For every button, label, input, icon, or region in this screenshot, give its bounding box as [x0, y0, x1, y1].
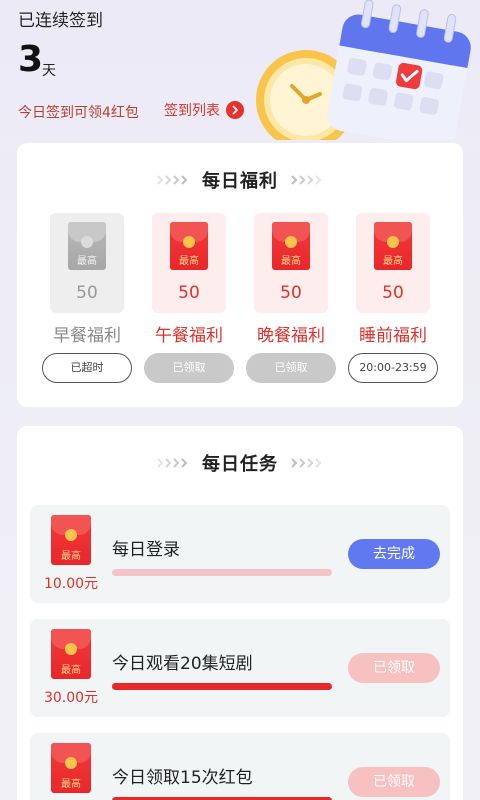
welfare-status-button[interactable]: 20:00-23:59: [348, 353, 438, 383]
decorative-chevrons-left-icon: [157, 175, 188, 185]
red-envelope-icon: 最高: [170, 222, 208, 270]
welfare-items: 最高 50 早餐福利 已超时 最高 50 午餐福利 已领取 最高 50 晚餐福利…: [42, 213, 438, 389]
welfare-amount: 50: [382, 283, 404, 303]
welfare-item-bedtime: 最高 50 睡前福利 20:00-23:59: [348, 213, 438, 383]
decorative-chevrons-right-icon: [291, 175, 322, 185]
daily-tasks-card: 每日任务 最高 10.00元 每日登录 去完成 最高 30.00元 今日观看20…: [17, 426, 463, 800]
signin-list-label: 签到列表: [164, 103, 220, 119]
task-reward: 30.00元: [43, 690, 99, 706]
tasks-title: 每日任务: [202, 454, 278, 475]
red-envelope-icon: 最高: [51, 743, 91, 793]
welfare-amount: 50: [76, 283, 98, 303]
envelope-label: 最高: [281, 256, 301, 267]
tasks-section-header: 每日任务: [17, 450, 463, 476]
welfare-title: 每日福利: [202, 171, 278, 192]
envelope-label: 最高: [61, 665, 81, 676]
welfare-box: 最高 50: [254, 213, 328, 313]
welfare-name: 晚餐福利: [257, 326, 325, 346]
welfare-name: 早餐福利: [53, 326, 121, 346]
envelope-label: 最高: [61, 551, 81, 562]
signin-hint: 今日签到可领4红包: [18, 105, 139, 121]
task-title: 今日领取15次红包: [112, 768, 253, 788]
task-action-button[interactable]: 已领取: [348, 653, 440, 683]
task-action-button[interactable]: 去完成: [348, 539, 440, 569]
welfare-amount: 50: [178, 283, 200, 303]
welfare-amount: 50: [280, 283, 302, 303]
welfare-box: 最高 50: [152, 213, 226, 313]
envelope-label: 最高: [179, 256, 199, 267]
streak-days: 3: [18, 39, 44, 80]
decorative-chevrons-right-icon: [291, 458, 322, 468]
streak-label: 已连续签到: [18, 11, 103, 31]
task-item-collect-envelopes: 最高 今日领取15次红包 已领取: [30, 733, 450, 800]
welfare-status-button[interactable]: 已超时: [42, 353, 132, 383]
daily-welfare-card: 每日福利 最高 50 早餐福利 已超时 最高 50 午餐福利 已领取 最高 50…: [17, 143, 463, 407]
decorative-chevrons-left-icon: [157, 458, 188, 468]
task-progress-fill: [112, 683, 332, 690]
streak-unit: 天: [42, 63, 56, 79]
welfare-section-header: 每日福利: [17, 167, 463, 193]
calendar-clock-illustration: [256, 0, 471, 140]
envelope-label: 最高: [61, 779, 81, 790]
welfare-box: 最高 50: [356, 213, 430, 313]
task-title: 今日观看20集短剧: [112, 654, 253, 674]
header: 已连续签到 3 天 今日签到可领4红包 签到列表: [0, 0, 480, 140]
task-action-button[interactable]: 已领取: [348, 767, 440, 797]
red-envelope-icon: 最高: [51, 515, 91, 565]
welfare-name: 午餐福利: [155, 326, 223, 346]
welfare-status-button[interactable]: 已领取: [246, 353, 336, 383]
task-reward: 10.00元: [43, 576, 99, 592]
task-title: 每日登录: [112, 540, 180, 560]
signin-list-link[interactable]: 签到列表: [164, 100, 244, 120]
welfare-item-dinner: 最高 50 晚餐福利 已领取: [246, 213, 336, 383]
welfare-status-button[interactable]: 已领取: [144, 353, 234, 383]
task-progress-bar: [112, 683, 332, 690]
task-item-watch-episodes: 最高 30.00元 今日观看20集短剧 已领取: [30, 619, 450, 717]
red-envelope-icon: 最高: [68, 222, 106, 270]
red-envelope-icon: 最高: [374, 222, 412, 270]
red-envelope-icon: 最高: [272, 222, 310, 270]
task-progress-bar: [112, 569, 332, 576]
welfare-name: 睡前福利: [359, 326, 427, 346]
task-item-daily-login: 最高 10.00元 每日登录 去完成: [30, 505, 450, 603]
welfare-box: 最高 50: [50, 213, 124, 313]
red-envelope-icon: 最高: [51, 629, 91, 679]
envelope-label: 最高: [383, 256, 403, 267]
envelope-label: 最高: [77, 256, 97, 267]
welfare-item-lunch: 最高 50 午餐福利 已领取: [144, 213, 234, 383]
chevron-right-icon: [226, 101, 244, 119]
welfare-item-breakfast: 最高 50 早餐福利 已超时: [42, 213, 132, 383]
